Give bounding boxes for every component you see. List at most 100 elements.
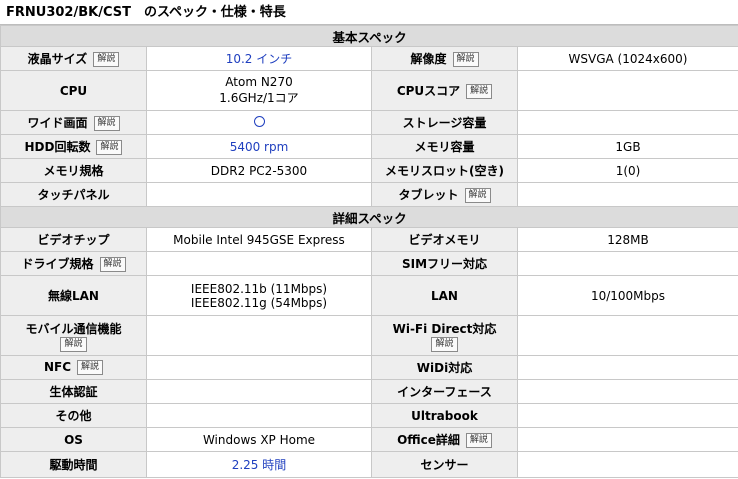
wifi-direct-value [516,315,738,356]
memory-spec-label: メモリ規格 [0,158,147,183]
ultrabook-label: Ultrabook [371,403,518,428]
row-label: NFC [43,360,72,374]
row-label: 液晶サイズ [27,52,88,66]
spec-table: 基本スペック 液晶サイズ 解説 10.2 インチ 解像度 解説 WSVGA (102… [0,25,738,478]
cpu-clock: 1.6GHz/1コア [219,91,299,105]
wide-screen-value[interactable] [146,110,372,135]
table-row: NFC 解説 WiDi対応 [0,355,738,380]
biometric-value [146,379,372,404]
video-chip-value: Mobile Intel 945GSE Express [146,227,372,252]
os-value: Windows XP Home [146,427,372,452]
table-row: OS Windows XP Home Office詳細 解説 [0,427,738,452]
office-label: Office詳細 解説 [371,427,518,452]
touch-panel-label: タッチパネル [0,182,147,207]
video-chip-label: ビデオチップ [0,227,147,252]
table-row: 駆動時間 2.25 時間 センサー [0,451,738,478]
drive-label: ドライブ規格 解説 [0,251,147,276]
table-row: CPU Atom N270 1.6GHz/1コア CPUスコア 解説 [0,70,738,111]
office-value [516,427,738,452]
explain-button[interactable]: 解説 [96,140,123,155]
sensor-label: センサー [371,451,518,478]
table-row: ワイド画面 解説 ストレージ容量 [0,110,738,135]
table-row: モバイル通信機能 解説 Wi-Fi Direct対応 解説 [0,315,738,356]
biometric-label: 生体認証 [0,379,147,404]
row-label: タブレット [398,188,459,202]
section-header-detail: 詳細スペック [0,206,738,228]
wireless-lan-label: 無線LAN [0,275,147,316]
tablet-value [516,182,738,207]
wireless-lan-g: IEEE802.11g (54Mbps) [190,295,328,310]
cpu-label: CPU [0,70,147,111]
table-row: ビデオチップ Mobile Intel 945GSE Express ビデオメモ… [0,227,738,252]
ultrabook-value [516,403,738,428]
resolution-label: 解像度 解説 [371,46,518,71]
table-row: ドライブ規格 解説 SIMフリー対応 [0,251,738,276]
mobile-comm-label: モバイル通信機能 解説 [0,315,147,356]
table-row: その他 Ultrabook [0,403,738,428]
row-label: 解像度 [410,52,447,66]
explain-button[interactable]: 解説 [60,336,87,352]
table-row: 生体認証 インターフェース [0,379,738,404]
storage-value [516,110,738,135]
explain-button[interactable]: 解説 [431,336,458,352]
explain-button[interactable]: 解説 [466,84,493,99]
tablet-label: タブレット 解説 [371,182,518,207]
table-row: 液晶サイズ 解説 10.2 インチ 解像度 解説 WSVGA (1024x600) [0,46,738,71]
page-title: FRNU302/BK/CST のスペック・仕様・特長 [0,0,738,25]
row-label: HDD回転数 [24,140,91,154]
sensor-value [516,451,738,478]
hdd-rpm-label: HDD回転数 解説 [0,134,147,159]
cpu-value: Atom N270 1.6GHz/1コア [146,70,372,111]
os-label: OS [0,427,147,452]
explain-button[interactable]: 解説 [452,52,479,67]
widi-value [516,355,738,380]
lan-value: 10/100Mbps [516,275,738,316]
other-label: その他 [0,403,147,428]
mobile-comm-value [146,315,372,356]
nfc-value [146,355,372,380]
cpu-score-label: CPUスコア 解説 [371,70,518,111]
interface-value [516,379,738,404]
explain-button[interactable]: 解説 [464,188,491,203]
explain-button[interactable]: 解説 [93,116,120,131]
memory-slot-value: 1(0) [516,158,738,183]
nfc-label: NFC 解説 [0,355,147,380]
lcd-size-label: 液晶サイズ 解説 [0,46,147,71]
row-label: ワイド画面 [27,116,88,130]
wireless-lan-value: IEEE802.11b (11Mbps) IEEE802.11g (54Mbps) [146,275,372,316]
row-label: ドライブ規格 [21,257,94,271]
battery-label: 駆動時間 [0,451,147,478]
sim-free-label: SIMフリー対応 [371,251,518,276]
memory-slot-label: メモリスロット(空き) [371,158,518,183]
other-value [146,403,372,428]
memory-spec-value: DDR2 PC2-5300 [146,158,372,183]
sim-free-value [516,251,738,276]
cpu-model: Atom N270 [225,75,293,89]
explain-button[interactable]: 解説 [93,52,120,67]
row-label: Office詳細 [397,433,460,447]
row-label: CPUスコア [396,84,461,98]
video-memory-label: ビデオメモリ [371,227,518,252]
memory-label: メモリ容量 [371,134,518,159]
widi-label: WiDi対応 [371,355,518,380]
wireless-lan-b: IEEE802.11b (11Mbps) [190,281,328,296]
table-row: HDD回転数 解説 5400 rpm メモリ容量 1GB [0,134,738,159]
explain-button[interactable]: 解説 [465,433,492,448]
section-header-basic: 基本スペック [0,25,738,47]
hdd-rpm-value[interactable]: 5400 rpm [146,134,372,159]
table-row: 無線LAN IEEE802.11b (11Mbps) IEEE802.11g (5… [0,275,738,316]
memory-value: 1GB [516,134,738,159]
explain-button[interactable]: 解説 [99,257,126,272]
drive-value [146,251,372,276]
resolution-value: WSVGA (1024x600) [516,46,738,71]
wide-screen-label: ワイド画面 解説 [0,110,147,135]
lan-label: LAN [371,275,518,316]
row-label: モバイル通信機能 [25,321,122,336]
circle-icon [253,115,265,127]
battery-value[interactable]: 2.25 時間 [146,451,372,478]
lcd-size-value[interactable]: 10.2 インチ [146,46,372,71]
storage-label: ストレージ容量 [371,110,518,135]
touch-panel-value [146,182,372,207]
row-label: Wi-Fi Direct対応 [392,321,497,336]
explain-button[interactable]: 解説 [77,360,104,375]
